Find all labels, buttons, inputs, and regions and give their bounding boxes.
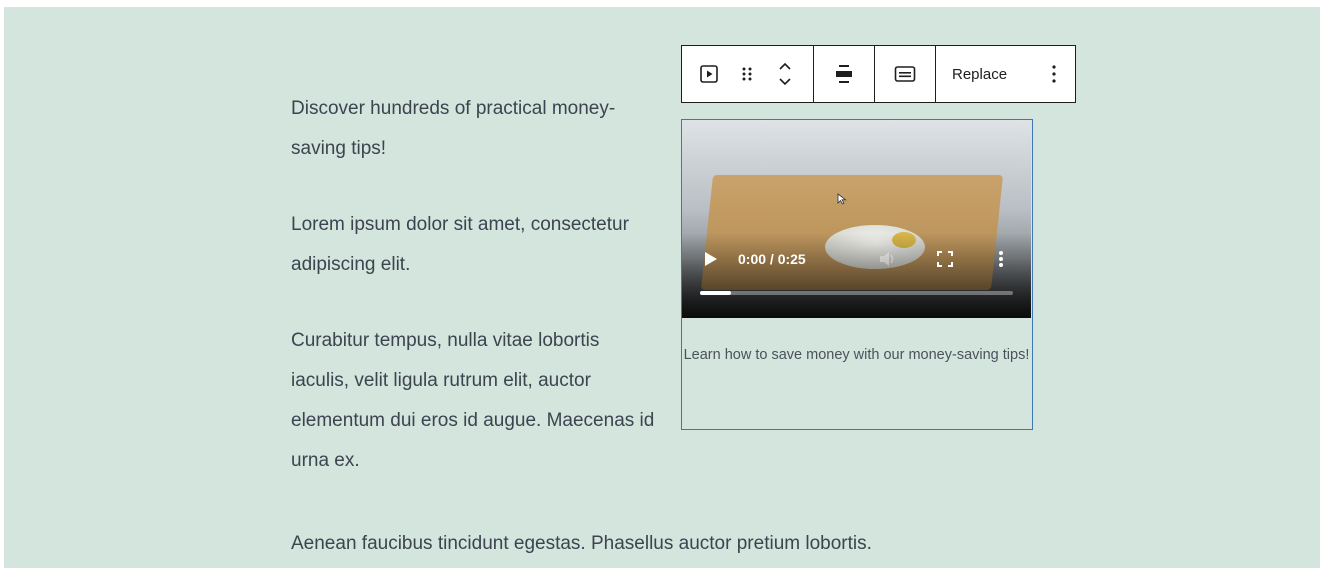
paragraph-lorem[interactable]: Lorem ipsum dolor sit amet, consectetur … — [291, 205, 661, 285]
volume-icon[interactable] — [878, 250, 896, 268]
video-progress-fill — [700, 291, 732, 295]
text-column: Discover hundreds of practical money-sav… — [291, 89, 661, 517]
move-up-down-button[interactable] — [766, 46, 804, 102]
video-player[interactable]: 0:00 / 0:25 — [682, 120, 1031, 318]
editor-canvas: Discover hundreds of practical money-sav… — [4, 7, 1320, 568]
paragraph-aenean[interactable]: Aenean faucibus tincidunt egestas. Phase… — [291, 524, 1191, 564]
options-button[interactable] — [1051, 46, 1057, 102]
video-icon — [700, 65, 718, 83]
toolbar-group-align — [814, 46, 875, 102]
caption-button[interactable] — [894, 46, 916, 102]
toolbar-group-replace: Replace — [936, 46, 1075, 102]
video-block[interactable]: 0:00 / 0:25 Learn how to save money with… — [681, 119, 1033, 430]
paragraph-intro[interactable]: Discover hundreds of practical money-sav… — [291, 89, 661, 169]
play-icon[interactable] — [704, 251, 718, 267]
more-vertical-icon[interactable] — [998, 250, 1004, 268]
time-display: 0:00 / 0:25 — [738, 251, 806, 267]
video-progress-bar[interactable] — [700, 291, 1013, 295]
fullscreen-icon[interactable] — [937, 251, 953, 267]
block-toolbar: Replace — [681, 45, 1076, 103]
cursor-icon — [837, 193, 847, 205]
drag-handle-icon — [742, 67, 752, 81]
move-up-down-icon — [779, 62, 791, 86]
caption-icon — [894, 66, 916, 82]
video-caption[interactable]: Learn how to save money with our money-s… — [682, 340, 1031, 371]
block-type-button[interactable] — [690, 46, 728, 102]
drag-handle-button[interactable] — [728, 46, 766, 102]
toolbar-group-caption — [875, 46, 936, 102]
paragraph-curabitur[interactable]: Curabitur tempus, nulla vitae lobortis i… — [291, 321, 661, 481]
video-controls-shade — [682, 233, 1031, 318]
align-button[interactable] — [835, 46, 853, 102]
more-options-icon — [1052, 65, 1056, 83]
toolbar-group-block — [682, 46, 814, 102]
align-icon — [836, 65, 852, 83]
replace-button[interactable]: Replace — [952, 46, 1007, 102]
